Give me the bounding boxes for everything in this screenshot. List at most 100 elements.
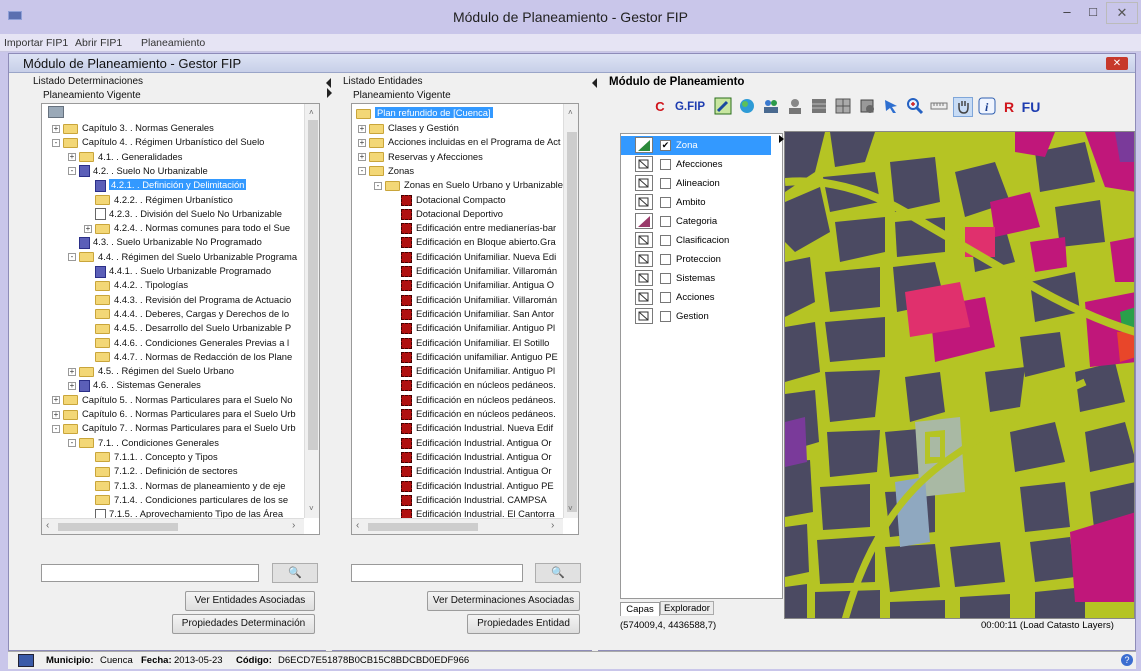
layer-row[interactable]: Gestion	[621, 307, 771, 326]
layers-icon[interactable]	[857, 97, 877, 117]
layer-checkbox[interactable]	[660, 273, 671, 284]
determinacion-row[interactable]: 4.3. . Suelo Urbanizable No Programado	[68, 235, 262, 249]
layer-row[interactable]: Categoria	[621, 212, 771, 231]
determinacion-row[interactable]: 4.4.7. . Normas de Redacción de los Plan…	[84, 350, 292, 364]
determinacion-row[interactable]: 4.4.3. . Revisión del Programa de Actuac…	[84, 293, 291, 307]
info-icon[interactable]: i	[977, 97, 997, 117]
expand-icon[interactable]: +	[358, 124, 366, 133]
entidades-tree[interactable]: Plan refundido de [Cuenca] + Clases y Ges…	[351, 103, 579, 535]
entidad-row[interactable]: Edificación Industrial. Antigua Or	[390, 436, 552, 450]
determinacion-row[interactable]: - Capítulo 7. . Normas Particulares para …	[52, 421, 296, 435]
toolbar-r-button[interactable]: R	[1001, 97, 1017, 117]
entidad-row[interactable]: Edificación Industrial. Antiguo PE	[390, 479, 554, 493]
entidades-hscroll[interactable]: ‹ ›	[352, 518, 563, 534]
layer-checkbox[interactable]	[660, 216, 671, 227]
determinacion-row[interactable]: +4.6. . Sistemas Generales	[68, 378, 201, 392]
expand-icon[interactable]: +	[52, 396, 60, 405]
entidad-row[interactable]: Edificación Unifamiliar. San Antor	[390, 307, 554, 321]
entidad-row[interactable]: Dotacional Deportivo	[390, 207, 503, 221]
collapse-icon[interactable]: -	[374, 181, 382, 190]
scroll-right-icon[interactable]: ›	[551, 520, 554, 531]
expand-left-icon[interactable]	[327, 88, 332, 98]
collapse-icon[interactable]: -	[52, 138, 60, 147]
layer-row[interactable]: Acciones	[621, 288, 771, 307]
determinacion-row[interactable]: - 4.4. . Régimen del Suelo Urbanizable Pr…	[68, 250, 297, 264]
layer-row[interactable]: ✔ Zona	[621, 136, 771, 155]
layer-row[interactable]: Alineacion	[621, 174, 771, 193]
determinaciones-hscroll[interactable]: ‹ ›	[42, 518, 304, 534]
determinacion-row[interactable]: 4.4.6. . Condiciones Generales Previas a…	[84, 336, 289, 350]
select-arrow-icon[interactable]	[881, 97, 901, 117]
determinacion-row[interactable]: 4.2.3. . División del Suelo No Urbanizab…	[84, 207, 282, 221]
close-button[interactable]: ✕	[1106, 2, 1138, 24]
entidad-row[interactable]: Dotacional Compacto	[390, 193, 506, 207]
entidad-row[interactable]: Edificación Industrial. CAMPSA	[390, 493, 547, 507]
layer-checkbox[interactable]	[660, 235, 671, 246]
toolbar-gfip-button[interactable]: G.FIP	[671, 97, 709, 117]
edit-icon[interactable]	[713, 97, 733, 117]
determinacion-row[interactable]: 4.2.2. . Régimen Urbanístico	[84, 193, 233, 207]
entidad-row[interactable]: Edificación en núcleos pedáneos.	[390, 378, 556, 392]
scroll-up-icon[interactable]: ˄	[568, 108, 573, 117]
globe-icon[interactable]	[737, 97, 757, 117]
entidad-row[interactable]: Edificación Unifamiliar. Villaromán	[390, 293, 557, 307]
expand-icon[interactable]: +	[68, 367, 76, 376]
entidad-row[interactable]: Edificación entre medianerías-bar	[390, 221, 556, 235]
layer-checkbox[interactable]	[660, 178, 671, 189]
determinacion-row[interactable]: 4.2.1. . Definición y Delimitación	[84, 178, 247, 192]
entidad-row[interactable]: Edificación Industrial. Nueva Edif	[390, 421, 553, 435]
entidad-row[interactable]: Edificación Industrial. Antigua Or	[390, 450, 552, 464]
layer-row[interactable]: Proteccion	[621, 250, 771, 269]
entidad-row[interactable]: Edificación en núcleos pedáneos.	[390, 393, 556, 407]
entidades-search-input[interactable]	[351, 564, 523, 582]
expand-icon[interactable]: +	[52, 124, 60, 133]
scroll-left-icon[interactable]: ‹	[356, 520, 359, 531]
layer-checkbox[interactable]	[660, 254, 671, 265]
minimize-button[interactable]: –	[1054, 2, 1080, 24]
toolbar-fu-button[interactable]: FU	[1021, 97, 1041, 117]
hscroll-thumb[interactable]	[58, 523, 178, 531]
determinaciones-search-button[interactable]: 🔍	[272, 563, 318, 583]
expand-icon[interactable]: +	[68, 153, 76, 162]
map-canvas[interactable]	[784, 131, 1135, 619]
propiedades-determinacion-button[interactable]: Propiedades Determinación	[172, 614, 315, 634]
collapse-right-icon[interactable]	[592, 78, 597, 88]
help-icon[interactable]: ?	[1121, 654, 1133, 666]
scroll-thumb[interactable]	[308, 120, 318, 450]
entidad-row[interactable]: Edificación Unifamiliar. Villaromán	[390, 264, 557, 278]
entidad-row[interactable]: - Zonas en Suelo Urbano y Urbanizable	[374, 178, 563, 192]
menu-abrir-fip1[interactable]: Abrir FIP1	[75, 37, 122, 49]
layer-checkbox[interactable]	[660, 159, 671, 170]
entidad-row[interactable]: Edificación Unifamiliar. Antigua O	[390, 278, 554, 292]
determinacion-row[interactable]: +4.1. . Generalidades	[68, 150, 182, 164]
determinaciones-search-input[interactable]	[41, 564, 259, 582]
determinaciones-tree[interactable]: + Capítulo 3. . Normas Generales - Capítulo…	[41, 103, 320, 535]
determinacion-row[interactable]: + Capítulo 5. . Normas Particulares para …	[52, 393, 293, 407]
expand-icon[interactable]: +	[52, 410, 60, 419]
expand-icon[interactable]: +	[68, 381, 76, 390]
determinacion-row[interactable]: + Capítulo 6. . Normas Particulares para …	[52, 407, 296, 421]
table-icon[interactable]	[809, 97, 829, 117]
determinacion-row[interactable]: - Capítulo 4. . Régimen Urbanístico del S…	[52, 135, 264, 149]
entidades-root[interactable]: Plan refundido de [Cuenca]	[356, 106, 493, 120]
layer-row[interactable]: Ambito	[621, 193, 771, 212]
layer-row[interactable]: Clasificacion	[621, 231, 771, 250]
layer-row[interactable]: Afecciones	[621, 155, 771, 174]
determinacion-row[interactable]: 7.1.1. . Concepto y Tipos	[84, 450, 218, 464]
determinacion-row[interactable]: - 4.2. . Suelo No Urbanizable	[68, 164, 208, 178]
entidad-row[interactable]: Edificación Unifamiliar. Nueva Edi	[390, 250, 556, 264]
entidad-row[interactable]: - Zonas	[358, 164, 414, 178]
propiedades-entidad-button[interactable]: Propiedades Entidad	[467, 614, 580, 634]
determinacion-row[interactable]: 4.4.2. . Tipologías	[84, 278, 188, 292]
ver-determinaciones-asociadas-button[interactable]: Ver Determinaciones Asociadas	[427, 591, 580, 611]
entidades-vscroll[interactable]: ˄ ˅	[563, 104, 578, 518]
collapse-icon[interactable]: -	[68, 167, 76, 176]
splitter-right[interactable]	[592, 74, 598, 652]
layer-checkbox[interactable]: ✔	[660, 140, 671, 151]
user-gray-icon[interactable]	[785, 97, 805, 117]
zoom-in-icon[interactable]	[905, 97, 925, 117]
scroll-thumb[interactable]	[567, 132, 577, 512]
entidades-search-button[interactable]: 🔍	[535, 563, 581, 583]
entidad-row[interactable]: + Acciones incluidas en el Programa de Ac…	[358, 135, 561, 149]
entidad-row[interactable]: Edificación en Bloque abierto.Gra	[390, 235, 556, 249]
